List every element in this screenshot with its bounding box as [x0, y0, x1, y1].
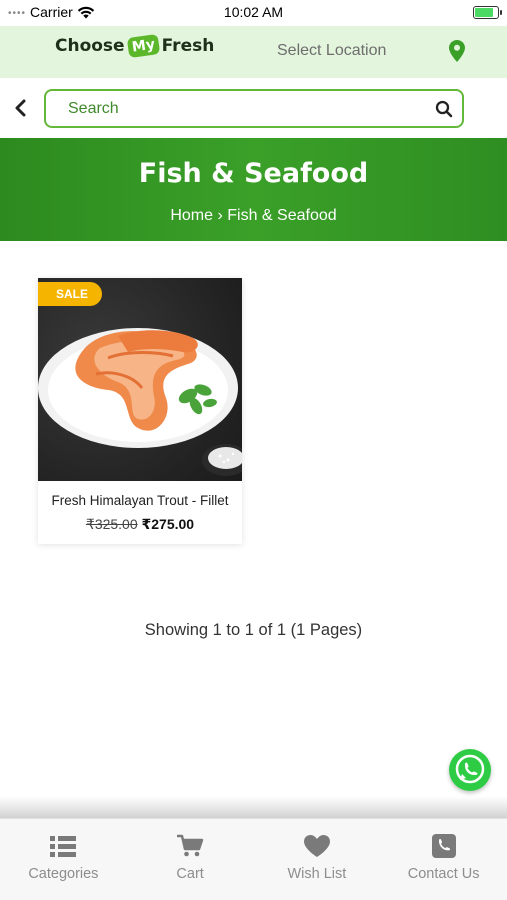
logo-text-choose: Choose [55, 36, 125, 56]
nav-label-wishlist: Wish List [287, 866, 347, 882]
logo-text-fresh: Fresh [161, 36, 215, 56]
product-card[interactable]: SALE Fresh Himalayan Trout - Fillet ₹325… [38, 278, 242, 544]
sale-badge: SALE [38, 282, 103, 306]
bottom-nav: Categories Cart Wish List Contact Us [0, 818, 507, 900]
nav-label-contact: Contact Us [407, 866, 480, 882]
pagination-info: Showing 1 to 1 of 1 (1 Pages) [144, 621, 363, 639]
heart-icon [303, 835, 330, 857]
logo-text-my: My [126, 33, 160, 59]
product-name[interactable]: Fresh Himalayan Trout - Fillet [38, 493, 242, 508]
sale-price: ₹275.00 [141, 516, 195, 532]
category-banner: Fish & Seafood Home › Fish & Seafood [0, 138, 507, 241]
status-bar: •••• Carrier 10:02 AM [0, 0, 507, 26]
location-pin-icon[interactable] [449, 40, 465, 62]
nav-label-categories: Categories [28, 866, 99, 882]
whatsapp-icon [455, 754, 485, 784]
app-logo[interactable]: Choose My Fresh [55, 33, 215, 59]
search-bar [44, 89, 464, 128]
nav-item-wishlist[interactable]: Wish List [254, 819, 381, 900]
product-image[interactable]: SALE [38, 278, 242, 481]
page-title: Fish & Seafood [138, 158, 369, 189]
back-arrow-icon[interactable] [12, 98, 30, 118]
product-price: ₹325.00 ₹275.00 [38, 516, 242, 533]
whatsapp-button[interactable] [449, 749, 491, 791]
old-price: ₹325.00 [85, 516, 138, 532]
cart-icon [177, 834, 204, 857]
nav-item-categories[interactable]: Categories [0, 819, 127, 900]
search-icon[interactable] [435, 100, 453, 118]
app-header: Choose My Fresh Select Location [0, 26, 507, 78]
phone-icon [431, 834, 456, 858]
nav-item-cart[interactable]: Cart [127, 819, 254, 900]
breadcrumb[interactable]: Home › Fish & Seafood [0, 207, 507, 225]
bottom-nav-shadow [0, 796, 507, 818]
trout-fillet-photo [38, 328, 242, 476]
battery-level [475, 8, 493, 17]
status-time: 10:02 AM [223, 4, 284, 20]
battery-icon [473, 6, 502, 19]
list-icon [50, 836, 77, 857]
nav-item-contact[interactable]: Contact Us [380, 819, 507, 900]
select-location-button[interactable]: Select Location [277, 42, 386, 60]
nav-label-cart: Cart [176, 866, 204, 882]
search-input[interactable] [68, 91, 428, 126]
